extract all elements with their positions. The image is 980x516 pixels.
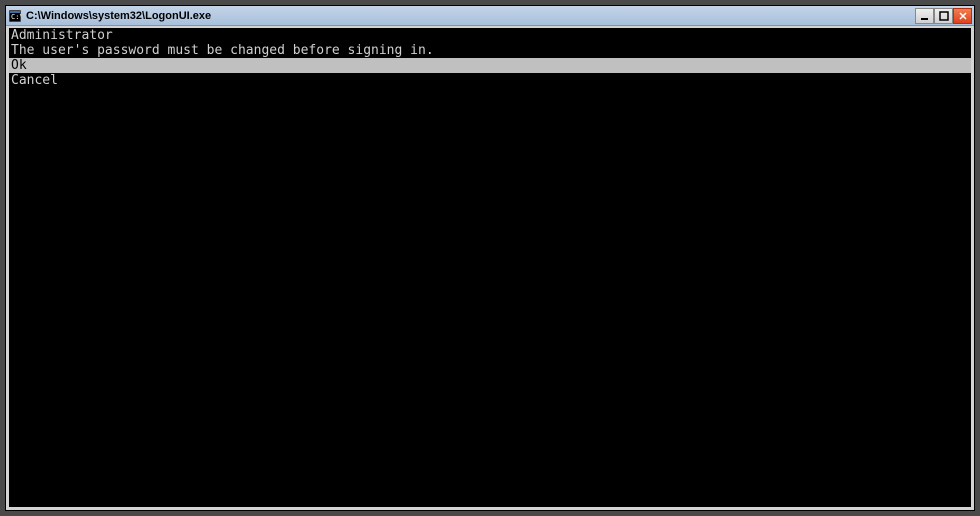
- cancel-option[interactable]: Cancel: [9, 73, 971, 88]
- username-line: Administrator: [9, 28, 971, 43]
- console-output: Administrator The user's password must b…: [6, 26, 974, 510]
- svg-text:C:\: C:\: [11, 13, 21, 21]
- maximize-button[interactable]: [934, 8, 953, 24]
- minimize-button[interactable]: [915, 8, 934, 24]
- window-controls: [915, 8, 972, 24]
- application-window: C:\ C:\Windows\system32\LogonUI.exe Admi…: [5, 5, 975, 511]
- window-title: C:\Windows\system32\LogonUI.exe: [26, 10, 915, 22]
- titlebar[interactable]: C:\ C:\Windows\system32\LogonUI.exe: [6, 6, 974, 26]
- console-icon: C:\: [8, 9, 22, 23]
- close-button[interactable]: [953, 8, 972, 24]
- ok-option[interactable]: Ok: [9, 58, 971, 73]
- message-line: The user's password must be changed befo…: [9, 43, 971, 58]
